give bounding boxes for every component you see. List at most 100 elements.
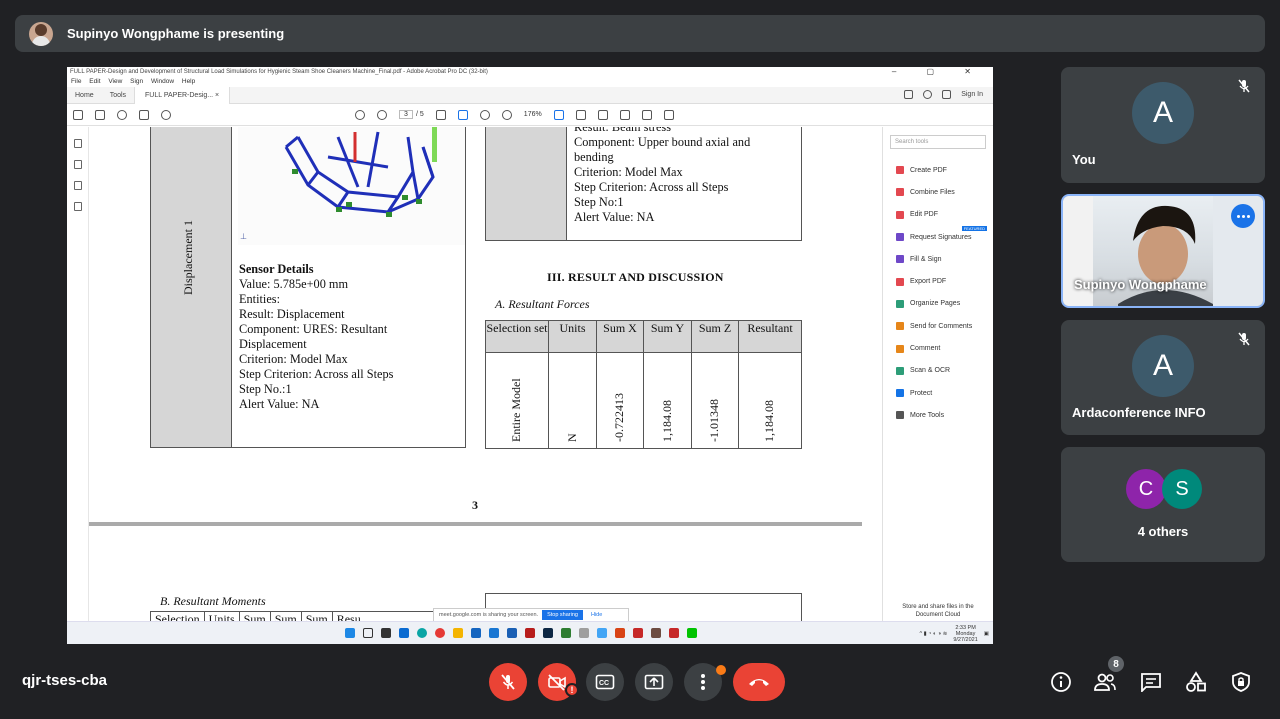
tool-label: More Tools (910, 411, 945, 419)
protect-icon (896, 389, 904, 398)
pages-thumbnail-icon (73, 139, 82, 148)
meeting-code: qjr-tses-cba (22, 672, 108, 689)
beam-alert: Alert Value: NA (574, 210, 655, 224)
forces-header-row: Selection set Units Sum X Sum Y Sum Z Re… (485, 320, 802, 353)
participant-tile-presenter[interactable]: Supinyo Wongphame (1061, 194, 1265, 308)
forces-header-cell: Sum X (596, 320, 644, 353)
moments-header-cell: Units (203, 612, 239, 621)
tab-bar-right: Sign In (904, 90, 983, 99)
file-explorer-icon (453, 628, 463, 638)
more-tools-icon (896, 411, 904, 420)
participant-tile-ardaconference[interactable]: A Ardaconference INFO (1061, 320, 1265, 435)
create-pdf-icon (896, 166, 904, 175)
more-options-button[interactable] (1231, 204, 1255, 228)
hand-tool-icon (457, 109, 468, 120)
app-icon (651, 628, 661, 638)
sensor-details-heading: Sensor Details (239, 262, 314, 276)
captions-button[interactable]: CC (586, 663, 624, 701)
tab-tools: Tools (109, 91, 127, 99)
bell-icon (942, 90, 952, 99)
tool-combine-files: Combine Files (883, 181, 993, 203)
tab-home: Home (75, 91, 94, 99)
hang-up-icon (749, 679, 769, 686)
subsection-resultant-forces: A. Resultant Forces (495, 297, 590, 311)
tool-export-pdf: Export PDF (883, 270, 993, 292)
footer-line-1: Store and share files in the (902, 604, 974, 610)
chat-icon (1141, 673, 1161, 692)
zoom-in-icon (501, 109, 512, 120)
avatar: A (1132, 82, 1194, 144)
menu-window: Window (150, 78, 175, 85)
hide-share-notice: Hide (590, 612, 603, 618)
zoom-level: 176% (523, 111, 542, 118)
forces-cell: N (548, 352, 597, 449)
menu-view: View (108, 78, 123, 85)
app-icon (669, 628, 679, 638)
participant-tile-you[interactable]: A You (1061, 67, 1265, 183)
word-icon (507, 628, 517, 638)
people-count-badge: 8 (1108, 656, 1124, 672)
acrobat-menu-bar: File Edit View Sign Window Help (67, 77, 993, 87)
forces-cell-text: 1,184.08 (659, 400, 674, 442)
menu-help: Help (181, 78, 196, 85)
combine-files-icon (896, 188, 904, 197)
sensor-label-cell: Displacement 1 (151, 127, 232, 447)
sensor-criterion: Criterion: Model Max (239, 352, 348, 366)
people-button[interactable] (1093, 670, 1117, 694)
page-up-icon (355, 109, 365, 120)
present-now-button[interactable] (635, 663, 673, 701)
present-screen-icon (644, 674, 664, 690)
taskbar-apps (345, 628, 697, 638)
page-total: / 5 (416, 111, 424, 118)
widgets-icon (399, 628, 409, 638)
featured-badge: FEATURED (961, 225, 987, 231)
tab-document-label: FULL PAPER-Desig... (145, 91, 214, 99)
others-count-label: 4 others (1137, 524, 1189, 539)
subsection-resultant-moments: B. Resultant Moments (160, 594, 266, 608)
mic-off-icon (1238, 332, 1250, 346)
participant-name: Supinyo Wongphame (1074, 277, 1207, 292)
scroll-mode-icon (575, 109, 586, 120)
tool-label: Protect (910, 389, 933, 397)
moments-header-cell: Sum (238, 612, 270, 621)
sensor-entities: Entities: (239, 292, 280, 306)
forces-cell-text: -0.722413 (612, 393, 626, 442)
screen-share-notice: meet.google.com is sharing your screen. … (433, 608, 629, 622)
host-controls-button[interactable] (1229, 670, 1253, 694)
structural-model-image: ⊥ (238, 127, 465, 245)
tool-label: Send for Comments (910, 322, 973, 330)
sensor-step-no: Step No.:1 (239, 382, 292, 396)
chat-button[interactable] (1139, 670, 1163, 694)
chat-icon (904, 90, 914, 99)
layers-icon (73, 202, 82, 211)
meeting-details-button[interactable] (1049, 670, 1073, 694)
tool-more-tools: More Tools (883, 404, 993, 426)
notification-icon: ▣ (983, 631, 989, 637)
displacement-label: Displacement 1 (181, 220, 195, 295)
search-icon (161, 109, 171, 120)
tool-label: Edit PDF (910, 211, 939, 219)
activities-button[interactable] (1184, 670, 1208, 694)
forces-cell: -1.01348 (691, 352, 739, 449)
resultant-forces-table: Selection set Units Sum X Sum Y Sum Z Re… (485, 320, 802, 449)
participant-tile-others[interactable]: C S 4 others (1061, 447, 1265, 562)
tool-label: Comment (910, 345, 941, 353)
menu-edit: Edit (89, 78, 101, 85)
edit-pdf-icon (896, 210, 904, 219)
participant-name: You (1072, 152, 1096, 167)
microphone-toggle-button[interactable] (489, 663, 527, 701)
leave-call-button[interactable] (733, 663, 785, 701)
beam-step-no: Step No:1 (574, 195, 624, 209)
acrobat-icon (525, 628, 535, 638)
beam-result: Result: Beam stress (574, 127, 672, 134)
tool-label: Create PDF (910, 166, 947, 174)
people-icon (1094, 673, 1116, 691)
window-controls: – ▢ ✕ (891, 67, 985, 76)
attachments-icon (73, 181, 82, 190)
moments-table-header: Selection Units Sum Sum Sum Resu (150, 611, 439, 621)
info-icon (1051, 672, 1071, 692)
shapes-icon (1186, 671, 1206, 692)
menu-sign: Sign (130, 78, 144, 85)
sensor-component-2: Displacement (239, 337, 307, 351)
upload-icon (117, 109, 127, 120)
